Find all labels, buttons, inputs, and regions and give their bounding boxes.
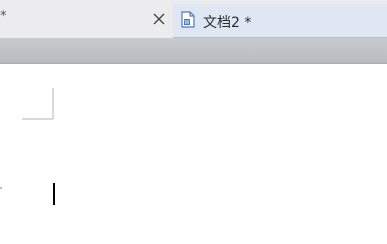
- page-margin-corner-marker: [22, 88, 54, 120]
- tab-active-document[interactable]: W 文档2 *: [173, 4, 387, 39]
- svg-text:W: W: [185, 20, 190, 26]
- toolbar-strip: [0, 38, 387, 64]
- document-icon: W: [181, 11, 195, 28]
- tab-title: 文档2 *: [203, 15, 252, 31]
- close-icon[interactable]: [153, 10, 165, 25]
- unsaved-marker: *: [0, 9, 7, 24]
- tab-previous-document[interactable]: *: [0, 0, 172, 38]
- text-cursor: [53, 183, 55, 205]
- tab-bar: * W 文档2 *: [0, 0, 387, 39]
- page-edge-mark: [0, 187, 2, 189]
